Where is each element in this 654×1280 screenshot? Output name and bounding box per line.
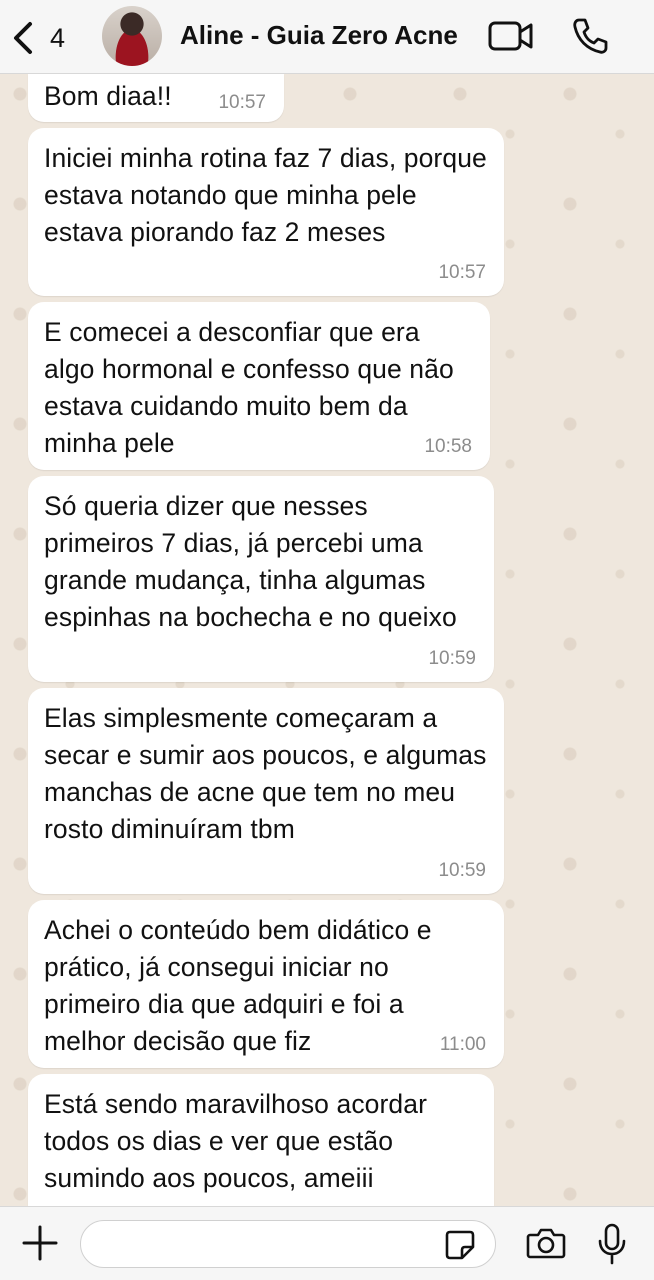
message-time: 11:00 (439, 1034, 486, 1055)
message-text: Elas simplesmente começaram a secar e su… (44, 703, 487, 844)
message-text: Achei o conteúdo bem didático e prático,… (44, 915, 432, 1056)
message-time: 10:58 (424, 436, 472, 457)
message-text: Está sendo maravilhoso acordar todos os … (44, 1089, 428, 1193)
video-call-icon[interactable] (488, 20, 534, 52)
message-bubble[interactable]: Bom diaa!! 10:57 (28, 74, 284, 122)
message-time: 10:59 (438, 860, 486, 881)
avatar[interactable] (102, 6, 162, 66)
phone-icon[interactable] (570, 16, 610, 56)
contact-name[interactable]: Aline - Guia Zero Acne (180, 20, 472, 51)
message-bubble[interactable]: Iniciei minha rotina faz 7 dias, porque … (28, 128, 504, 296)
chevron-left-icon (14, 22, 32, 54)
message-time: 10:59 (428, 648, 476, 669)
microphone-icon[interactable] (596, 1223, 628, 1265)
sticker-icon[interactable] (444, 1229, 476, 1261)
back-button[interactable]: 4 (10, 18, 80, 58)
message-text: Só queria dizer que nesses primeiros 7 d… (44, 491, 457, 632)
message-list[interactable]: Bom diaa!! 10:57 Iniciei minha rotina fa… (0, 74, 654, 1206)
message-bubble[interactable]: Só queria dizer que nesses primeiros 7 d… (28, 476, 494, 682)
unread-count: 4 (50, 22, 66, 53)
message-text: Iniciei minha rotina faz 7 dias, porque … (44, 143, 487, 247)
chat-header: 4 Aline - Guia Zero Acne (0, 0, 654, 74)
message-time: 10:57 (438, 262, 486, 283)
message-bubble[interactable]: Está sendo maravilhoso acordar todos os … (28, 1074, 494, 1206)
message-text: E comecei a desconfiar que era algo horm… (44, 317, 454, 458)
message-bubble[interactable]: E comecei a desconfiar que era algo horm… (28, 302, 490, 470)
message-time: 10:57 (218, 92, 266, 113)
message-composer (0, 1206, 654, 1280)
plus-icon[interactable] (22, 1225, 58, 1261)
message-input[interactable] (80, 1220, 496, 1268)
message-bubble[interactable]: Elas simplesmente começaram a secar e su… (28, 688, 504, 894)
message-bubble[interactable]: Achei o conteúdo bem didático e prático,… (28, 900, 504, 1068)
camera-icon[interactable] (526, 1227, 566, 1259)
